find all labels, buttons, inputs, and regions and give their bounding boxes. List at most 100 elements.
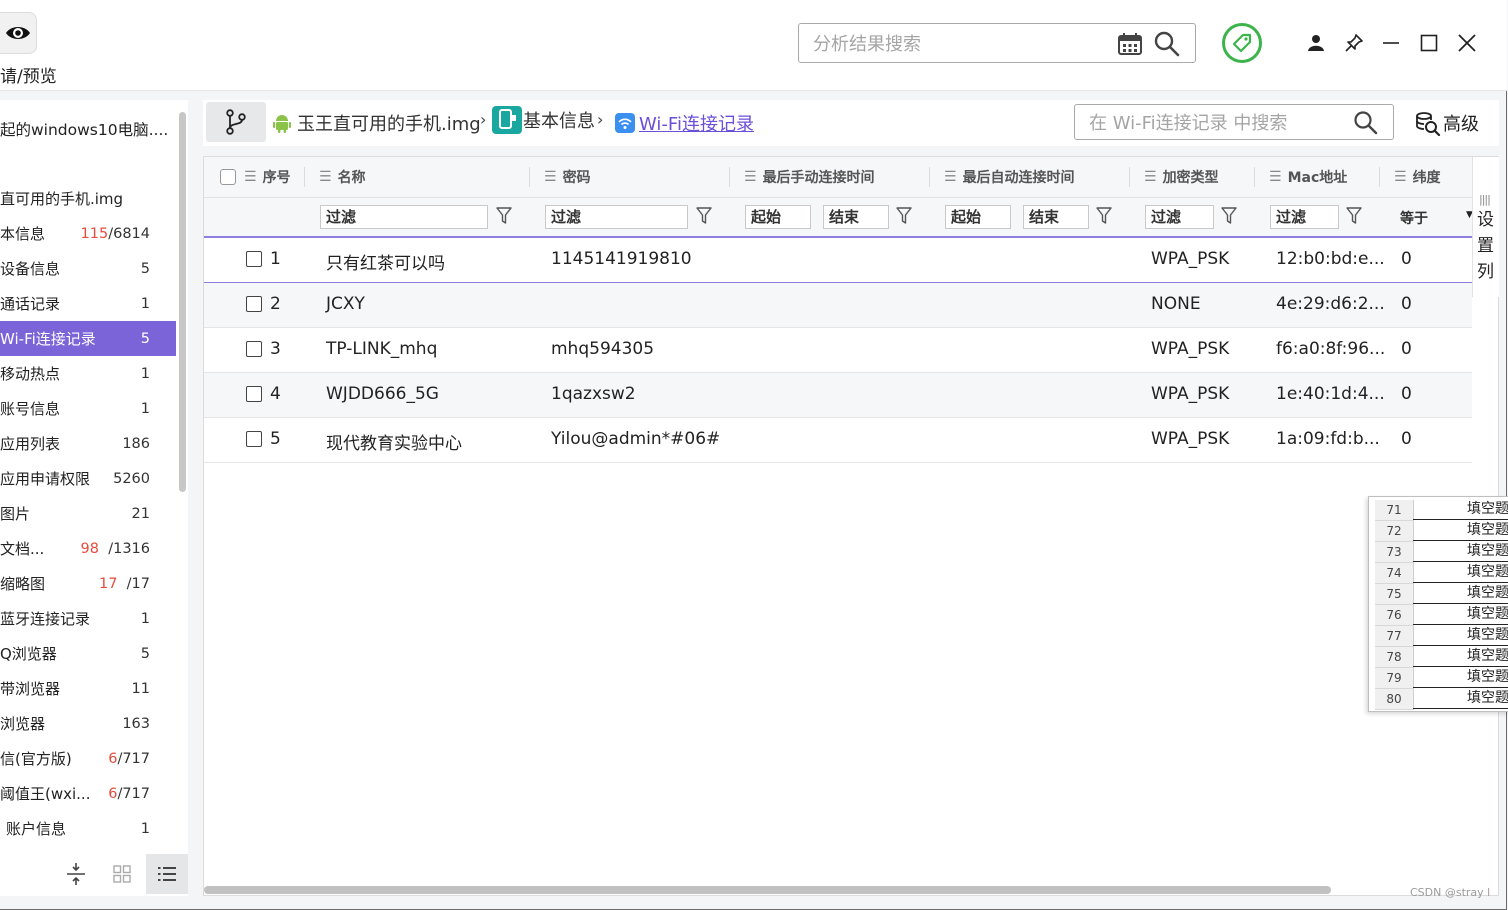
sidebar-item-thumbnails[interactable]: 缩略图 17 /17: [0, 566, 176, 601]
sidebar-item-wechat[interactable]: 信(官方版) 6/717: [0, 741, 176, 776]
column-header-latitude[interactable]: ☰ 纬度: [1394, 157, 1441, 197]
breadcrumb: 玉王直可用的手机.img › 基本信息 › Wi-Fi连接记录 在 Wi-Fi连…: [203, 100, 1499, 146]
preview-button[interactable]: [0, 12, 37, 54]
cell-mac: 1a:09:fd:b...: [1276, 429, 1380, 449]
sidebar-item-app-list[interactable]: 应用列表 186: [0, 426, 176, 461]
row-checkbox[interactable]: [246, 386, 262, 402]
column-divider[interactable]: [529, 167, 530, 187]
filter-icon[interactable]: [896, 207, 912, 225]
calendar-icon[interactable]: [1117, 32, 1143, 56]
breadcrumb-item-image[interactable]: 玉王直可用的手机.img: [273, 110, 481, 136]
sidebar-case-title[interactable]: 起的windows10电脑....: [0, 118, 168, 140]
table-row[interactable]: 1 只有红茶可以吗 1145141919810 WPA_PSK 12:b0:bd…: [204, 238, 1472, 283]
cell-seq: 5: [270, 429, 281, 449]
table-row[interactable]: 4 WJDD666_5G 1qazxsw2 WPA_PSK 1e:40:1d:4…: [204, 373, 1472, 418]
table-row[interactable]: 2 JCXY NONE 4e:29:d6:2... 0: [204, 283, 1472, 328]
global-search-input[interactable]: [811, 30, 1105, 58]
search-icon[interactable]: [1353, 110, 1379, 136]
cell-encryption: NONE: [1151, 294, 1201, 314]
list-view-button[interactable]: [146, 854, 188, 894]
breadcrumb-item-wifi[interactable]: Wi-Fi连接记录: [615, 110, 754, 136]
manual-end-filter[interactable]: 结束: [823, 205, 889, 229]
table-row[interactable]: 5 现代教育实验中心 Yilou@admin*#06# WPA_PSK 1a:0…: [204, 418, 1472, 463]
column-divider[interactable]: [929, 167, 930, 187]
row-checkbox[interactable]: [246, 431, 262, 447]
sidebar-scrollbar[interactable]: [179, 112, 186, 492]
sidebar-item-wifi[interactable]: Wi-Fi连接记录 5: [0, 321, 176, 356]
column-header-last-auto[interactable]: ☰ 最后自动连接时间: [944, 157, 1075, 197]
column-settings[interactable]: |||| 设置列: [1472, 157, 1499, 297]
manual-start-filter[interactable]: 起始: [745, 205, 811, 229]
filter-icon[interactable]: [696, 207, 712, 225]
name-filter-input[interactable]: 过滤: [320, 205, 488, 229]
filter-icon[interactable]: [1221, 207, 1237, 225]
sidebar-item-wechat-2[interactable]: 阈值王(wxi... 6/717: [0, 776, 176, 811]
sidebar-item-q-browser[interactable]: Q浏览器 5: [0, 636, 176, 671]
column-header-name[interactable]: ☰ 名称: [319, 157, 366, 197]
column-header-seq[interactable]: ☰ 序号: [244, 157, 291, 197]
cell-latitude: 0: [1401, 339, 1412, 359]
column-divider[interactable]: [1129, 167, 1130, 187]
filter-icon[interactable]: [1096, 207, 1112, 225]
horizontal-scrollbar[interactable]: [204, 886, 1331, 894]
breadcrumb-item-basic-info[interactable]: 基本信息: [492, 106, 595, 134]
row-checkbox[interactable]: [246, 296, 262, 312]
maximize-button[interactable]: [1416, 30, 1442, 56]
close-button[interactable]: [1454, 30, 1480, 56]
user-button[interactable]: [1303, 30, 1329, 56]
sidebar-item-basic-info[interactable]: 本信息 115/6814: [0, 216, 176, 251]
auto-end-filter[interactable]: 结束: [1023, 205, 1089, 229]
sidebar-item-accounts[interactable]: 账号信息 1: [0, 391, 176, 426]
sidebar-item-count: 1: [140, 400, 150, 417]
search-icon[interactable]: [1153, 30, 1181, 58]
sheet-row: 74 填空题: [1369, 563, 1508, 584]
table-search-box: [1074, 104, 1394, 140]
password-filter-input[interactable]: 过滤: [545, 205, 688, 229]
status-button[interactable]: [1222, 23, 1262, 63]
column-divider[interactable]: [729, 167, 730, 187]
cell-password: 1qazxsw2: [551, 384, 636, 404]
sidebar-item-pictures[interactable]: 图片 21: [0, 496, 176, 531]
grid-view-button[interactable]: [102, 854, 142, 894]
table-row[interactable]: 3 TP-LINK_mhq mhq594305 WPA_PSK f6:a0:8f…: [204, 328, 1472, 373]
sidebar-item-device-info[interactable]: 设备信息 5: [0, 251, 176, 286]
sidebar-item-browser-2[interactable]: 带浏览器 11: [0, 671, 176, 706]
column-divider[interactable]: [1254, 167, 1255, 187]
branch-button[interactable]: [206, 102, 266, 142]
collapse-button[interactable]: [56, 854, 96, 894]
cell-latitude: 0: [1401, 384, 1412, 404]
pin-button[interactable]: [1341, 30, 1367, 56]
column-header-password[interactable]: ☰ 密码: [544, 157, 591, 197]
sidebar-item-call-log[interactable]: 通话记录 1: [0, 286, 176, 321]
row-checkbox[interactable]: [246, 341, 262, 357]
minimize-button[interactable]: [1378, 30, 1404, 56]
column-header-mac[interactable]: ☰ Mac地址: [1269, 157, 1347, 197]
encryption-filter-input[interactable]: 过滤: [1145, 205, 1214, 229]
filter-icon[interactable]: [1346, 207, 1362, 225]
sidebar-item-count: 11: [131, 680, 150, 697]
mac-filter-input[interactable]: 过滤: [1270, 205, 1339, 229]
auto-start-filter[interactable]: 起始: [945, 205, 1011, 229]
column-divider[interactable]: [1379, 167, 1380, 187]
sidebar-item-browser-3[interactable]: 浏览器 163: [0, 706, 176, 741]
column-settings-label: 设置列: [1477, 210, 1494, 282]
sidebar-item-documents[interactable]: 文档... 98 /1316: [0, 531, 176, 566]
sidebar-item-app-permissions[interactable]: 应用申请权限 5260: [0, 461, 176, 496]
sidebar-item-image[interactable]: 直可用的手机.img: [0, 181, 176, 216]
column-divider[interactable]: [304, 167, 305, 187]
sidebar-item-count: 5260: [113, 470, 150, 487]
column-header-last-manual[interactable]: ☰ 最后手动连接时间: [744, 157, 875, 197]
table-search-input[interactable]: [1087, 110, 1341, 136]
filter-icon[interactable]: [496, 207, 512, 225]
select-all-checkbox[interactable]: [220, 169, 236, 185]
column-header-encryption[interactable]: ☰ 加密类型: [1144, 157, 1219, 197]
row-checkbox[interactable]: [246, 251, 262, 267]
advanced-search-button[interactable]: 高级: [1415, 110, 1479, 136]
sidebar-item-bluetooth[interactable]: 蓝牙连接记录 1: [0, 601, 176, 636]
android-icon: [273, 115, 291, 133]
sidebar-item-count: 1: [140, 820, 150, 837]
sidebar-item-account-info[interactable]: 账户信息 1: [0, 811, 176, 846]
latitude-operator-select[interactable]: 等于: [1400, 208, 1428, 228]
preview-label: 请/预览: [0, 67, 57, 87]
sidebar-item-hotspot[interactable]: 移动热点 1: [0, 356, 176, 391]
